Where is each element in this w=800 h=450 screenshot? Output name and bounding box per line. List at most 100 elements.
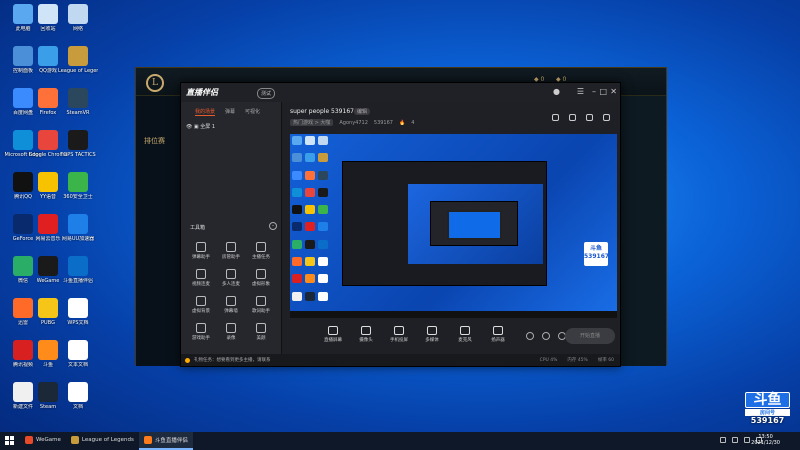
taskbar-app[interactable]: 斗鱼直播伴侣 (138, 432, 193, 450)
preview-icon (318, 291, 328, 301)
source-control[interactable]: 摄像头 (355, 326, 377, 343)
desktop-icon[interactable]: TOPS TACTICS (58, 130, 98, 158)
preview-icon (305, 136, 315, 145)
tool-item[interactable]: 主播任务 (246, 242, 276, 260)
scene-item[interactable]: 👁 ▣ 全屏 1 (186, 123, 215, 130)
desktop-icon[interactable]: 文本文档 (58, 340, 98, 368)
app-icon (38, 214, 58, 234)
start-live-button[interactable]: 开始直播 (565, 328, 615, 344)
taskbar-app[interactable]: League of Legends (66, 432, 139, 450)
preview-icon (305, 205, 315, 215)
stream-preview[interactable]: 斗鱼 539167 (290, 134, 617, 318)
main-toolbar (552, 114, 610, 121)
tool-item[interactable]: 美颜 (246, 323, 276, 341)
desktop-icon[interactable]: WPS文档 (58, 298, 98, 326)
source-control-label: 手机投屏 (390, 338, 408, 343)
tool-item[interactable]: 弹幕墙 (216, 296, 246, 314)
source-control-label: 多媒体 (425, 338, 439, 343)
tool-icon (226, 323, 236, 333)
share-icon[interactable] (569, 114, 576, 121)
source-control[interactable]: 扬声器 (487, 326, 509, 343)
tool-item[interactable]: 房管助手 (216, 242, 246, 260)
desktop-icon-label: 文本文档 (67, 362, 88, 368)
scene-label: 全屏 1 (200, 124, 216, 130)
source-control-icon (427, 326, 437, 335)
source-control[interactable]: 手机投屏 (388, 326, 410, 343)
desktop-icon[interactable]: 网易UU加速器 (58, 214, 98, 242)
volume-icon[interactable] (744, 437, 750, 443)
tool-label: 弹幕助手 (192, 255, 210, 260)
app-icon (38, 382, 58, 402)
preview-douyu-logo: 斗鱼 539167 (584, 242, 609, 266)
preview-icon (305, 239, 315, 249)
app-icon (38, 298, 58, 318)
desktop-icon[interactable]: 斗鱼直播伴侣 (58, 256, 98, 284)
tool-label: 虚拟形象 (252, 282, 270, 287)
desktop-icon[interactable]: League of Legends (58, 46, 98, 74)
taskbar-app[interactable]: WeGame (20, 432, 66, 450)
tool-item[interactable]: 多人连麦 (216, 269, 246, 287)
network-icon[interactable] (732, 437, 738, 443)
tab-1[interactable]: 弹幕 (225, 108, 235, 116)
preview-icon (305, 257, 315, 267)
desktop-icon[interactable]: 网络 (58, 4, 98, 32)
room-category[interactable]: 热门游戏 > 大咖 (290, 119, 334, 126)
preview-icon (292, 274, 302, 284)
desktop-icon[interactable]: SteamVR (58, 88, 98, 116)
tool-icon (196, 323, 206, 333)
settings-icon[interactable] (603, 114, 610, 121)
maximize-icon[interactable]: □ (599, 87, 607, 96)
source-control-icon (460, 326, 470, 335)
app-icon (38, 172, 58, 192)
app-icon (68, 382, 88, 402)
room-user: Agony4712 (339, 119, 368, 126)
source-control[interactable]: 直播屏幕 (322, 326, 344, 343)
lol-side-text: 排位赛 (144, 137, 165, 145)
avatar[interactable]: ● (553, 87, 560, 96)
tool-item[interactable]: 视频连麦 (186, 269, 216, 287)
clock[interactable]: 13:50 2021/12/30 (751, 434, 780, 446)
preview-icon (292, 205, 302, 215)
douyu-live-window[interactable]: 直播伴侣 测试 ● ☰ – □ ✕ 我的场景 弹幕 可视化 👁 ▣ 全屏 1 工具箱… (180, 82, 621, 367)
douyu-titlebar: 直播伴侣 测试 ● ☰ – □ ✕ (181, 83, 620, 102)
desktop-icon-label: League of Legends (58, 68, 98, 74)
tray-arrow-icon[interactable] (720, 437, 726, 443)
tool-icon (226, 296, 236, 306)
record-icon[interactable] (526, 332, 534, 340)
minimize-icon[interactable]: – (592, 87, 596, 96)
taskbar-app-label: WeGame (36, 437, 61, 443)
room-edit-button[interactable]: 编辑 (354, 108, 371, 115)
desktop-icon[interactable]: 文档 (58, 382, 98, 410)
desktop-icon-label: 360安全卫士 (63, 194, 93, 200)
source-control[interactable]: 麦克风 (454, 326, 476, 343)
tab-0[interactable]: 我的场景 (195, 108, 216, 116)
watermark-number: 539167 (750, 416, 785, 425)
notice-icon (185, 357, 190, 363)
douyu-left-panel: 我的场景 弹幕 可视化 👁 ▣ 全屏 1 工具箱 – 弹幕助手 房管助手 主播任务 视频连… (181, 102, 282, 364)
desktop-icon-label: 文档 (72, 404, 83, 410)
lock-icon[interactable] (552, 114, 559, 121)
tool-item[interactable]: 录像 (216, 323, 246, 341)
source-control[interactable]: 多媒体 (421, 326, 443, 343)
scene-tabs: 我的场景 弹幕 可视化 (195, 108, 260, 116)
tool-item[interactable]: 弹幕助手 (186, 242, 216, 260)
close-icon[interactable]: ✕ (610, 87, 617, 96)
menu-icon[interactable]: ☰ (577, 87, 584, 96)
tool-item[interactable]: 歌词助手 (246, 296, 276, 314)
tab-2[interactable]: 可视化 (245, 108, 260, 116)
tool-item[interactable]: 游戏助手 (186, 323, 216, 341)
lol-logo-icon[interactable]: L (146, 74, 164, 92)
tools-collapse-icon[interactable]: – (269, 222, 277, 230)
preview-nested-desktop (408, 184, 543, 264)
bell-icon[interactable] (586, 114, 593, 121)
tool-icon (196, 242, 206, 252)
tool-item[interactable]: 虚拟形象 (246, 269, 276, 287)
status-stat-1: 内存 45% (567, 358, 588, 363)
start-button[interactable] (0, 432, 20, 450)
speed-icon[interactable] (542, 332, 550, 340)
preview-icon (292, 187, 302, 197)
source-control-icon (394, 326, 404, 335)
status-bar: 礼物任务：想要看到更多主播，请联系 CPU 4% 内存 45% 帧率 60 (181, 354, 620, 366)
desktop-icon[interactable]: 360安全卫士 (58, 172, 98, 200)
tool-item[interactable]: 虚拟背景 (186, 296, 216, 314)
